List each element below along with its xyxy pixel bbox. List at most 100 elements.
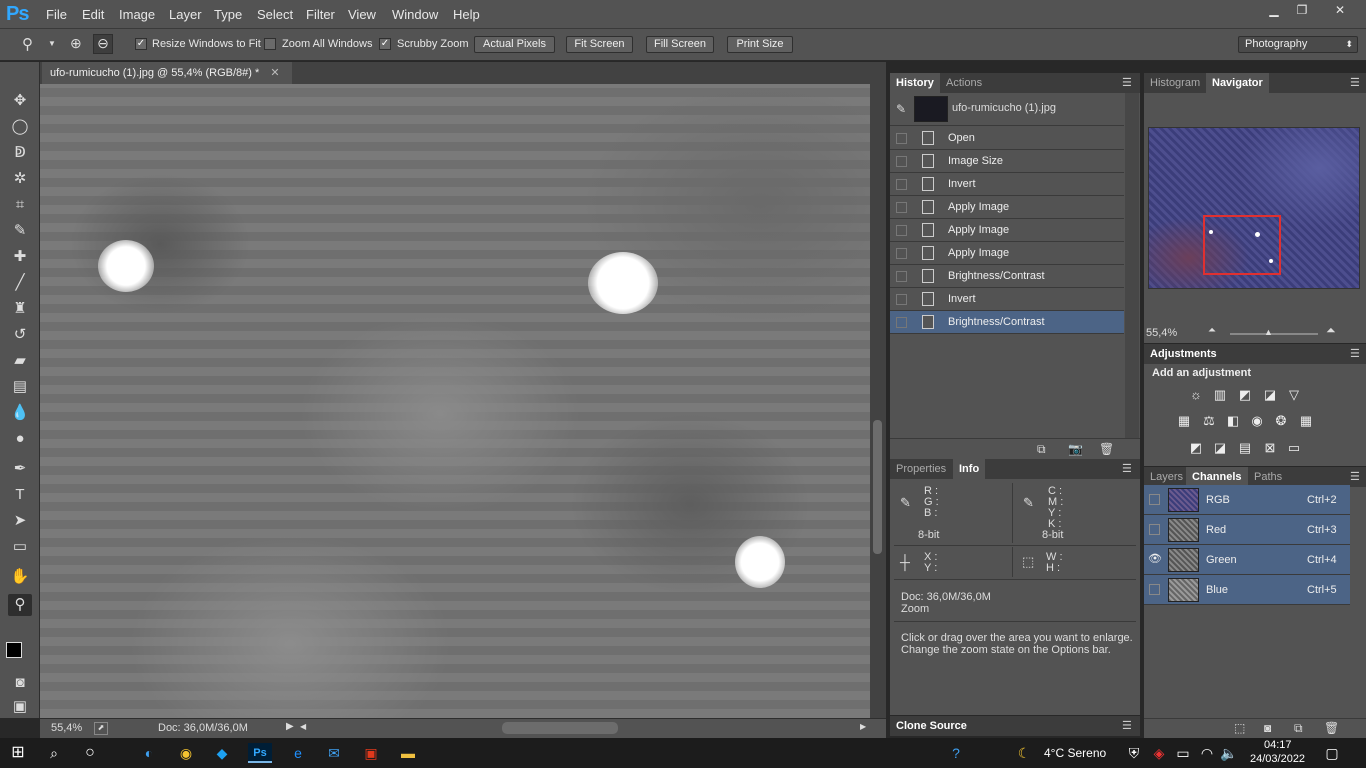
document-canvas[interactable] bbox=[40, 84, 870, 718]
chrome-icon[interactable]: ◉ bbox=[176, 743, 196, 763]
notification-icon[interactable]: ▢ bbox=[1322, 743, 1342, 763]
tab-info[interactable]: Info bbox=[953, 459, 986, 479]
path-selection-icon[interactable]: ➤ bbox=[8, 510, 32, 532]
tab-adjustments[interactable]: Adjustments bbox=[1144, 344, 1223, 364]
type-tool-icon[interactable]: T bbox=[8, 484, 32, 506]
scroll-right-icon[interactable]: ▶ bbox=[860, 722, 866, 731]
channel-row-rgb[interactable]: RGB Ctrl+2 bbox=[1144, 485, 1350, 515]
color-balance-icon[interactable]: ⚖ bbox=[1201, 414, 1217, 428]
new-document-from-state-icon[interactable]: ⧉ bbox=[1037, 442, 1046, 457]
edge-icon[interactable]: ◐ bbox=[139, 743, 159, 763]
menu-filter[interactable]: Filter bbox=[306, 7, 335, 22]
eraser-icon[interactable]: ▰ bbox=[8, 350, 32, 372]
history-source-checkbox[interactable] bbox=[896, 317, 907, 328]
panel-menu-icon[interactable]: ☰ bbox=[1122, 76, 1132, 89]
vertical-scrollbar[interactable] bbox=[870, 84, 886, 718]
panel-menu-icon[interactable]: ☰ bbox=[1350, 470, 1360, 483]
crop-tool-icon[interactable]: ⌗ bbox=[8, 194, 32, 216]
selective-color-icon[interactable]: ⊠ bbox=[1262, 441, 1278, 455]
eye-icon[interactable]: 👁 bbox=[1148, 552, 1162, 565]
brightness-icon[interactable]: ☼ bbox=[1188, 388, 1204, 402]
workspace-select[interactable]: Photography ⬍ bbox=[1238, 36, 1358, 53]
history-brush-source-icon[interactable]: ✎ bbox=[896, 102, 906, 116]
navigator-view-box[interactable] bbox=[1203, 215, 1281, 275]
curves-icon[interactable]: ◩ bbox=[1237, 388, 1253, 402]
tab-properties[interactable]: Properties bbox=[890, 459, 952, 479]
menu-window[interactable]: Window bbox=[392, 7, 438, 22]
mail-icon[interactable]: ✉ bbox=[324, 743, 344, 763]
photo-filter-icon[interactable]: ◉ bbox=[1249, 414, 1265, 428]
gradient-icon[interactable]: ▤ bbox=[8, 376, 32, 398]
history-source-checkbox[interactable] bbox=[896, 179, 907, 190]
clone-stamp-icon[interactable]: ♜ bbox=[8, 298, 32, 320]
antivirus-icon[interactable]: ◈ bbox=[1149, 743, 1169, 763]
history-source-checkbox[interactable] bbox=[896, 248, 907, 259]
history-item[interactable]: Brightness/Contrast bbox=[890, 265, 1124, 288]
blur-tool-icon[interactable]: 💧 bbox=[8, 402, 32, 424]
menu-type[interactable]: Type bbox=[214, 7, 242, 22]
hue-saturation-icon[interactable]: ▦ bbox=[1176, 414, 1192, 428]
zoom-tool-icon[interactable]: ⚲ bbox=[8, 594, 32, 616]
menu-view[interactable]: View bbox=[348, 7, 376, 22]
history-source-checkbox[interactable] bbox=[896, 294, 907, 305]
history-item[interactable]: Apply Image bbox=[890, 219, 1124, 242]
hand-tool-icon[interactable]: ✋ bbox=[8, 566, 32, 588]
tab-paths[interactable]: Paths bbox=[1248, 467, 1288, 487]
minimize-button[interactable]: ▁ bbox=[1260, 1, 1288, 19]
channel-mixer-icon[interactable]: ❂ bbox=[1273, 414, 1289, 428]
office-icon[interactable]: ▣ bbox=[361, 743, 381, 763]
panel-menu-icon[interactable]: ☰ bbox=[1122, 462, 1132, 475]
windows-start-icon[interactable]: ⊞ bbox=[8, 743, 28, 763]
move-tool-icon[interactable]: ✥ bbox=[8, 90, 32, 112]
chevron-down-icon[interactable]: ▼ bbox=[48, 39, 56, 48]
history-item[interactable]: Apply Image bbox=[890, 242, 1124, 265]
posterize-icon[interactable]: ◪ bbox=[1212, 441, 1228, 455]
panel-menu-icon[interactable]: ☰ bbox=[1350, 347, 1360, 360]
camera-icon[interactable]: 📷 bbox=[1068, 442, 1083, 456]
internet-explorer-icon[interactable]: e bbox=[288, 743, 308, 763]
black-white-icon[interactable]: ◧ bbox=[1225, 414, 1241, 428]
history-source-checkbox[interactable] bbox=[896, 202, 907, 213]
history-item[interactable]: Open bbox=[890, 127, 1124, 150]
fill-screen-button[interactable]: Fill Screen bbox=[646, 36, 714, 53]
speaker-icon[interactable]: 🔈 bbox=[1219, 743, 1239, 763]
search-icon[interactable]: ⌕ bbox=[44, 743, 64, 763]
scroll-left-icon[interactable]: ◀ bbox=[300, 722, 306, 731]
history-item-selected[interactable]: Brightness/Contrast bbox=[890, 311, 1124, 334]
zoom-in-large-icon[interactable]: ⏶ bbox=[1326, 323, 1336, 338]
history-snapshot[interactable]: ✎ ufo-rumicucho (1).jpg bbox=[890, 93, 1124, 126]
eyedropper-icon[interactable]: ✎ bbox=[8, 220, 32, 242]
visibility-toggle[interactable] bbox=[1149, 584, 1160, 595]
menu-file[interactable]: File bbox=[46, 7, 67, 22]
cortana-icon[interactable]: ○ bbox=[80, 743, 100, 763]
app-icon[interactable]: ◆ bbox=[212, 743, 232, 763]
new-channel-icon[interactable]: ⧉ bbox=[1294, 721, 1303, 736]
color-lookup-icon[interactable]: ▦ bbox=[1298, 414, 1314, 428]
zoom-tool-icon[interactable]: ⚲ bbox=[22, 35, 33, 53]
pen-tool-icon[interactable]: ✒ bbox=[8, 458, 32, 480]
weather-text[interactable]: 4°C Sereno bbox=[1044, 746, 1106, 760]
menu-image[interactable]: Image bbox=[119, 7, 155, 22]
shield-icon[interactable]: ⛨ bbox=[1124, 743, 1144, 763]
menu-help[interactable]: Help bbox=[453, 7, 480, 22]
screen-mode-icon[interactable]: ▣ bbox=[8, 696, 32, 718]
zoom-out-icon[interactable]: ⊖ bbox=[93, 34, 113, 54]
tab-clone-source[interactable]: Clone Source bbox=[890, 716, 973, 736]
menu-select[interactable]: Select bbox=[257, 7, 293, 22]
close-button[interactable]: ✕ bbox=[1322, 1, 1358, 19]
tab-actions[interactable]: Actions bbox=[940, 73, 988, 93]
trash-icon[interactable]: 🗑 bbox=[1324, 721, 1339, 735]
close-tab-icon[interactable]: ✕ bbox=[270, 67, 279, 79]
exposure-icon[interactable]: ◪ bbox=[1262, 388, 1278, 402]
history-source-checkbox[interactable] bbox=[896, 225, 907, 236]
history-source-checkbox[interactable] bbox=[896, 156, 907, 167]
tab-history[interactable]: History bbox=[890, 73, 940, 93]
scrubby-zoom-checkbox[interactable]: ✓ bbox=[379, 38, 391, 50]
slider-thumb-icon[interactable]: ▲ bbox=[1264, 327, 1273, 337]
share-icon[interactable]: ⬈ bbox=[94, 722, 108, 735]
healing-brush-icon[interactable]: ✚ bbox=[8, 246, 32, 268]
document-tab[interactable]: ufo-rumicucho (1).jpg @ 55,4% (RGB/8#) *… bbox=[42, 62, 292, 84]
magic-wand-icon[interactable]: ✲ bbox=[8, 168, 32, 190]
history-scrollbar[interactable] bbox=[1125, 93, 1139, 438]
foreground-color-swatch[interactable] bbox=[6, 642, 22, 658]
